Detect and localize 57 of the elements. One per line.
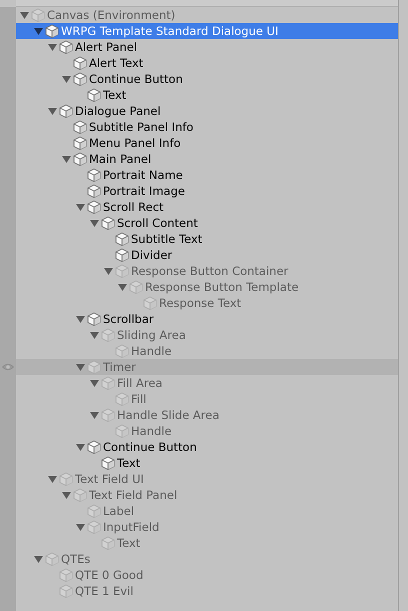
object-name[interactable]: Subtitle Panel Info xyxy=(89,119,194,135)
object-name[interactable]: Label xyxy=(103,503,134,519)
object-name[interactable]: Menu Panel Info xyxy=(89,135,181,151)
object-name[interactable]: Scrollbar xyxy=(103,311,154,327)
object-name[interactable]: Handle Slide Area xyxy=(117,407,220,423)
collapse-arrow-icon[interactable] xyxy=(76,314,84,324)
object-name[interactable]: Subtitle Text xyxy=(131,231,202,247)
collapse-arrow-icon[interactable] xyxy=(76,202,84,212)
collapse-arrow-icon[interactable] xyxy=(90,330,98,340)
object-name[interactable]: QTE 1 Evil xyxy=(75,583,134,599)
object-name[interactable]: QTEs xyxy=(61,551,90,567)
object-name[interactable]: Canvas (Environment) xyxy=(47,7,176,23)
object-name[interactable]: Text Field Panel xyxy=(89,487,178,503)
object-name[interactable]: QTE 0 Good xyxy=(75,567,144,583)
object-name[interactable]: Divider xyxy=(131,247,172,263)
object-name[interactable]: Text xyxy=(117,535,140,551)
object-name[interactable]: Response Text xyxy=(159,295,242,311)
object-name[interactable]: InputField xyxy=(103,519,160,535)
collapse-arrow-icon[interactable] xyxy=(118,282,126,292)
object-name[interactable]: Fill Area xyxy=(117,375,162,391)
object-name[interactable]: Main Panel xyxy=(89,151,152,167)
collapse-arrow-icon[interactable] xyxy=(76,522,84,532)
object-name[interactable]: Scroll Rect xyxy=(103,199,164,215)
object-name[interactable]: Text xyxy=(103,87,126,103)
collapse-arrow-icon[interactable] xyxy=(76,362,84,372)
object-name[interactable]: Fill xyxy=(131,391,146,407)
collapse-arrow-icon[interactable] xyxy=(48,106,56,116)
object-name[interactable]: Response Button Container xyxy=(131,263,288,279)
collapse-arrow-icon[interactable] xyxy=(62,490,70,500)
collapse-arrow-icon[interactable] xyxy=(48,42,56,52)
object-name[interactable]: WRPG Template Standard Dialogue UI xyxy=(61,23,278,39)
object-name[interactable]: Sliding Area xyxy=(117,327,186,343)
object-name[interactable]: Portrait Name xyxy=(103,167,183,183)
collapse-arrow-icon[interactable] xyxy=(20,10,28,20)
object-name[interactable]: Response Button Template xyxy=(145,279,299,295)
collapse-arrow-icon[interactable] xyxy=(48,474,56,484)
object-name[interactable]: Dialogue Panel xyxy=(75,103,161,119)
collapse-arrow-icon[interactable] xyxy=(104,266,112,276)
object-name[interactable]: Handle xyxy=(131,343,172,359)
collapse-arrow-icon[interactable] xyxy=(76,442,84,452)
object-name[interactable]: Text xyxy=(117,455,140,471)
object-name[interactable]: Timer xyxy=(103,359,136,375)
collapse-arrow-icon[interactable] xyxy=(34,26,42,36)
collapse-arrow-icon[interactable] xyxy=(62,154,70,164)
collapse-arrow-icon[interactable] xyxy=(90,410,98,420)
collapse-arrow-icon[interactable] xyxy=(34,554,42,564)
collapse-arrow-icon[interactable] xyxy=(62,74,70,84)
object-name[interactable]: Continue Button xyxy=(103,439,197,455)
object-name[interactable]: Portrait Image xyxy=(103,183,185,199)
object-name[interactable]: Text Field UI xyxy=(75,471,144,487)
object-name[interactable]: Handle xyxy=(131,423,172,439)
object-name[interactable]: Scroll Content xyxy=(117,215,198,231)
collapse-arrow-icon[interactable] xyxy=(90,218,98,228)
object-name[interactable]: Continue Button xyxy=(89,71,183,87)
object-name[interactable]: Alert Text xyxy=(89,55,144,71)
object-name[interactable]: Alert Panel xyxy=(75,39,138,55)
collapse-arrow-icon[interactable] xyxy=(90,378,98,388)
